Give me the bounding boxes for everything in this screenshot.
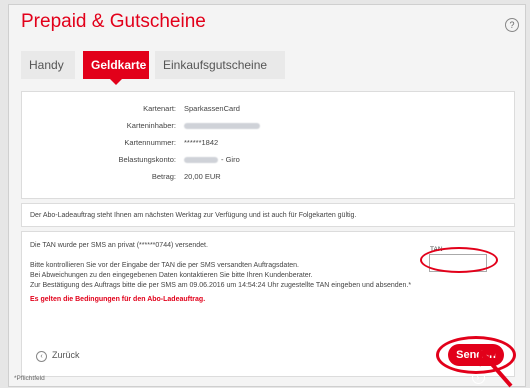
- page-container: Prepaid & Gutscheine ? Handy Geldkarte E…: [8, 4, 526, 388]
- pointer-arrow-icon: [477, 349, 513, 388]
- summary-label: Betrag:: [151, 172, 176, 181]
- summary-value: ******1842: [184, 138, 219, 147]
- summary-value-redacted: [184, 121, 260, 130]
- summary-label: Karteninhaber:: [126, 121, 176, 130]
- tab-handy[interactable]: Handy: [21, 51, 75, 79]
- back-button[interactable]: ‹ Zurück: [36, 350, 80, 362]
- summary-row-account: Belastungskonto: - Giro: [22, 155, 516, 170]
- required-field-note: *Pflichtfeld: [14, 375, 45, 382]
- summary-row-card-type: Kartenart: SparkassenCard: [22, 104, 516, 119]
- active-tab-indicator: [110, 79, 122, 85]
- summary-row-amount: Betrag: 20,00 EUR: [22, 172, 516, 187]
- tan-section: Die TAN wurde per SMS an privat (******0…: [21, 231, 516, 384]
- info-text: Der Abo-Ladeauftrag steht Ihnen am nächs…: [30, 212, 357, 219]
- summary-label: Belastungskonto:: [118, 155, 176, 164]
- back-label: Zurück: [52, 350, 80, 360]
- tab-label: Geldkarte: [91, 58, 147, 72]
- help-icon[interactable]: ?: [505, 18, 519, 32]
- order-summary: Kartenart: SparkassenCard Karteninhaber:…: [21, 91, 515, 199]
- chevron-left-circle-icon: ‹: [36, 351, 47, 362]
- terms-link[interactable]: Es gelten die Bedingungen für den Abo-La…: [30, 296, 205, 303]
- summary-value: 20,00 EUR: [184, 172, 221, 181]
- summary-value: - Giro: [184, 155, 240, 164]
- tab-einkaufsgutscheine[interactable]: Einkaufsgutscheine: [155, 51, 285, 79]
- tab-label: Handy: [29, 58, 64, 72]
- summary-row-card-number: Kartennummer: ******1842: [22, 138, 516, 153]
- tan-deviation-text: Bei Abweichungen zu den eingegebenen Dat…: [30, 272, 313, 279]
- tab-geldkarte[interactable]: Geldkarte: [83, 51, 149, 85]
- summary-row-card-holder: Karteninhaber:: [22, 121, 516, 136]
- info-box: Der Abo-Ladeauftrag steht Ihnen am nächs…: [21, 203, 515, 227]
- tan-confirm-text: Zur Bestätigung des Auftrags bitte die p…: [30, 282, 412, 289]
- tan-highlight-circle: [420, 247, 498, 273]
- summary-label: Kartennummer:: [124, 138, 176, 147]
- account-suffix: - Giro: [221, 155, 240, 164]
- tan-check-text: Bitte kontrollieren Sie vor der Eingabe …: [30, 262, 300, 269]
- summary-label: Kartenart:: [143, 104, 176, 113]
- page-title: Prepaid & Gutscheine: [21, 11, 206, 32]
- tan-sent-text: Die TAN wurde per SMS an privat (******0…: [30, 242, 208, 249]
- tab-label: Einkaufsgutscheine: [163, 58, 268, 72]
- summary-value: SparkassenCard: [184, 104, 240, 113]
